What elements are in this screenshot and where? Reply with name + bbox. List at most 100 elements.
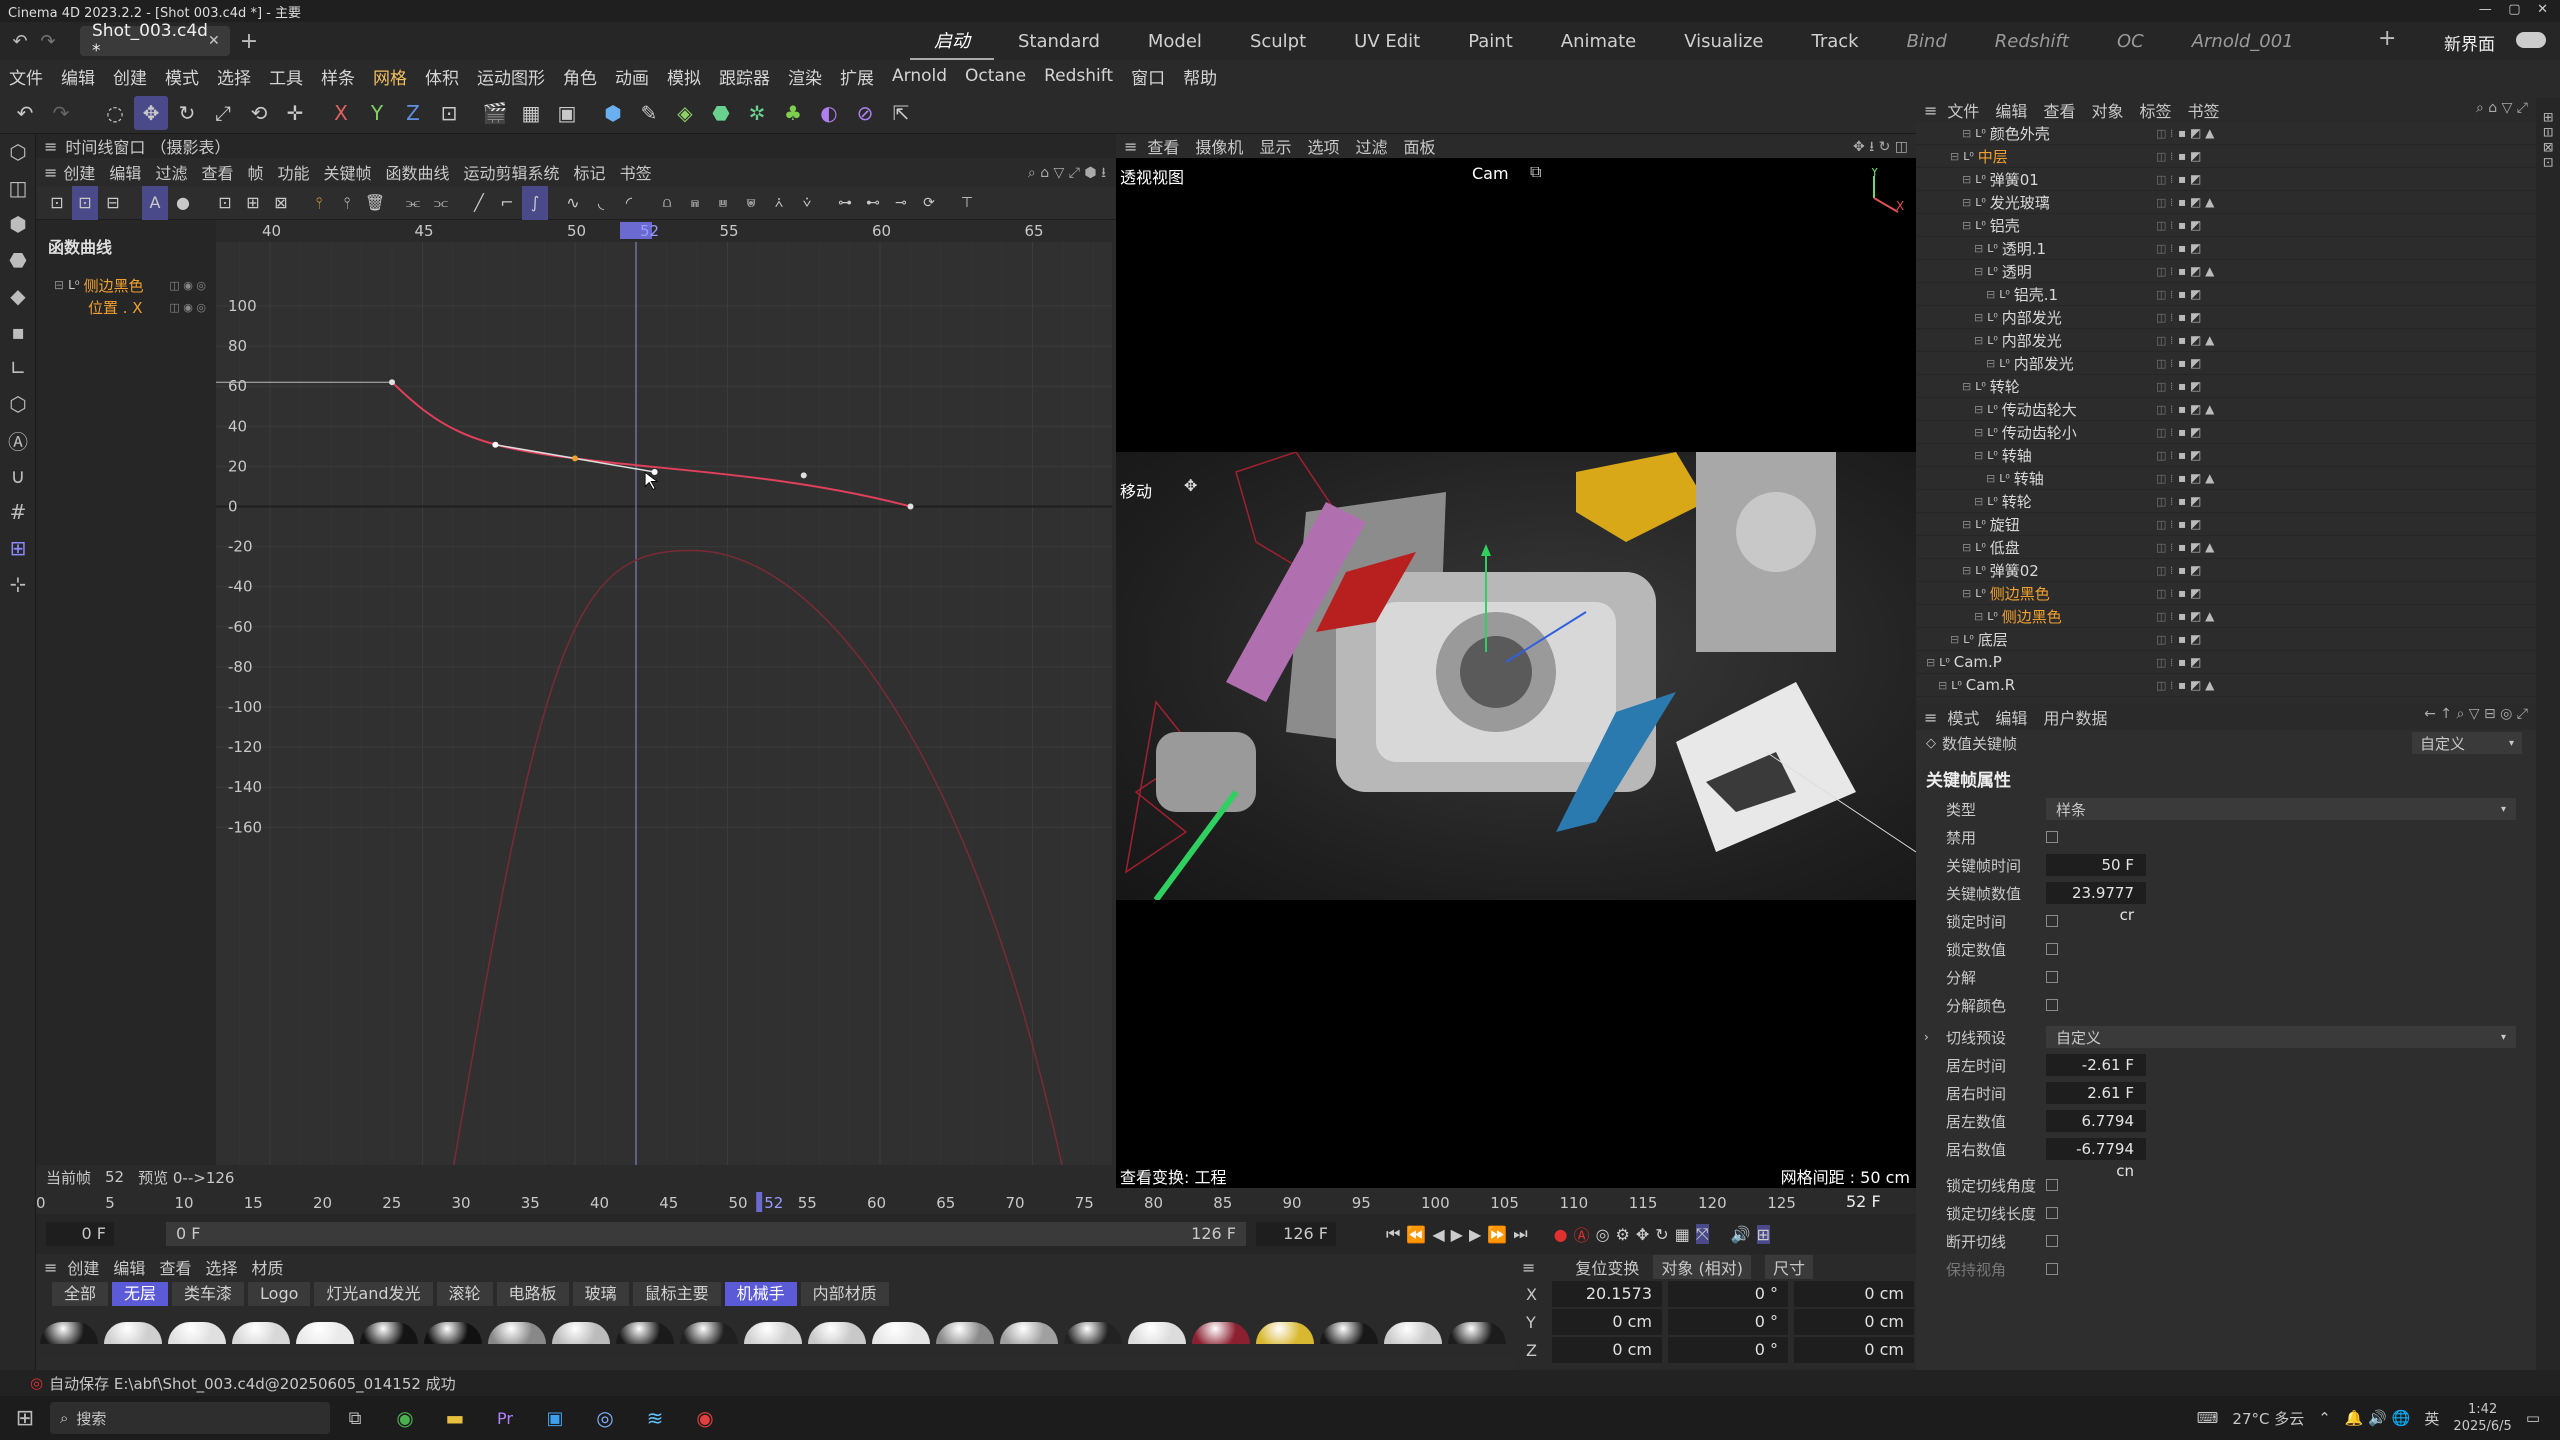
material-swatch[interactable]	[744, 1322, 802, 1344]
tag-icons[interactable]: ▪ ◩ ▲	[2178, 264, 2214, 278]
attr-value-field[interactable]: 23.9777 cr	[2046, 882, 2146, 924]
tag-icons[interactable]: ▪ ◩	[2178, 241, 2201, 255]
menu-item[interactable]: 帮助	[1174, 64, 1226, 89]
goto-start-icon[interactable]: ⏮	[1386, 1224, 1400, 1244]
visibility-icon[interactable]: ◫ ⁞	[2156, 311, 2173, 324]
tag-icons[interactable]: ▪ ◩	[2178, 425, 2201, 439]
explorer-icon[interactable]: ▬	[430, 1406, 480, 1430]
end-frame-field[interactable]: 126 F	[1256, 1222, 1336, 1246]
visibility-icon[interactable]: ◫ ⁞	[2156, 242, 2173, 255]
object-row[interactable]: ⊟ L⁰ 颜色外壳 ◫ ⁞ ▪ ◩ ▲	[1916, 122, 2536, 145]
tag-icons[interactable]: ▪ ◩	[2178, 494, 2201, 508]
attr-value-field[interactable]: 6.7794 cm	[2046, 1110, 2146, 1152]
start-icon[interactable]: ⊞	[0, 1406, 50, 1431]
tag-icons[interactable]: ▪ ◩	[2178, 448, 2201, 462]
doc-tab[interactable]: Shot_003.c4d * ✕	[80, 21, 230, 61]
layout-tab[interactable]: Standard	[994, 22, 1124, 60]
material-swatch[interactable]	[168, 1322, 226, 1344]
auto-tangent-icon[interactable]: ⩐	[738, 186, 764, 220]
expand-icon[interactable]: ⊟	[1962, 564, 1971, 577]
menu-item[interactable]: 过滤	[1355, 134, 1387, 158]
tag-icons[interactable]: ▪ ◩ ▲	[2178, 678, 2214, 692]
coord-rot-field[interactable]: 0 °	[1668, 1309, 1788, 1335]
object-row[interactable]: ⊟ L⁰ 底层 ◫ ⁞ ▪ ◩	[1916, 628, 2536, 651]
attr-checkbox[interactable]	[2046, 1207, 2058, 1219]
tag-icons[interactable]: ▪ ◩	[2178, 218, 2201, 232]
live-select-icon[interactable]: ◌	[98, 96, 132, 130]
coord-pos-field[interactable]: 0 cm	[1552, 1337, 1662, 1363]
layout-tab[interactable]: UV Edit	[1330, 22, 1444, 60]
next-frame-icon[interactable]: ▶	[1469, 1225, 1481, 1244]
key-remove-icon[interactable]: ⫯	[334, 186, 360, 220]
material-swatch[interactable]	[104, 1322, 162, 1344]
menu-item[interactable]: Octane	[956, 66, 1035, 86]
tag-icons[interactable]: ▪ ◩	[2178, 356, 2201, 370]
tag-icons[interactable]: ▪ ◩ ▲	[2178, 471, 2214, 485]
chevron-right-icon[interactable]: ›	[1924, 1030, 1929, 1044]
coord-size-field[interactable]: 0 cm	[1794, 1281, 1914, 1307]
menu-item[interactable]: 摄像机	[1195, 134, 1243, 158]
taskbar-search[interactable]: ⌕ 搜索	[50, 1402, 330, 1434]
menu-item[interactable]: 选项	[1307, 134, 1339, 158]
prev-frame-icon[interactable]: ◀	[1432, 1225, 1444, 1244]
visibility-icon[interactable]: ◫ ⁞	[2156, 173, 2173, 186]
visibility-icon[interactable]: ◫ ⁞	[2156, 380, 2173, 393]
menu-item[interactable]: 查看	[159, 1255, 191, 1279]
chrome-icon[interactable]: ◉	[380, 1406, 430, 1430]
layout-tab[interactable]: Model	[1124, 22, 1226, 60]
keyframe[interactable]	[800, 472, 807, 479]
recorder-icon[interactable]: ◉	[680, 1406, 730, 1430]
coord-rot-field[interactable]: 0 °	[1668, 1281, 1788, 1307]
field-icon[interactable]: ♣	[776, 96, 810, 130]
material-swatch[interactable]	[936, 1322, 994, 1344]
layout-tab[interactable]: Bind	[1883, 22, 1971, 60]
tag-icons[interactable]: ▪ ◩	[2178, 172, 2201, 186]
coords-mode-dropdown[interactable]: 对象 (相对)	[1653, 1255, 1751, 1279]
object-row[interactable]: ⊟ L⁰ 透明 ◫ ⁞ ▪ ◩ ▲	[1916, 260, 2536, 283]
deformer-icon[interactable]: ◐	[812, 96, 846, 130]
material-layer-tab[interactable]: 内部材质	[800, 1282, 889, 1306]
menu-item[interactable]: 编辑	[52, 64, 104, 89]
visibility-icon[interactable]: ◫ ⁞	[2156, 610, 2173, 623]
menu-item[interactable]: 体积	[416, 64, 468, 89]
move-tool-icon[interactable]: ✥	[134, 95, 168, 130]
layout-tab[interactable]: OC	[2093, 22, 2168, 60]
menu-item[interactable]: 编辑	[1995, 98, 2027, 122]
expand-icon[interactable]: ⊟	[1974, 495, 1983, 508]
menu-item[interactable]: 帧	[247, 160, 263, 184]
range-slider[interactable]: 0 F 126 F	[166, 1222, 1246, 1246]
grid-icon[interactable]: #	[0, 494, 36, 530]
tag-icons[interactable]: ▪ ◩ ▲	[2178, 195, 2214, 209]
material-swatch[interactable]	[424, 1322, 482, 1344]
tag-icons[interactable]: ▪ ◩	[2178, 149, 2201, 163]
visibility-icon[interactable]: ◫ ⁞	[2156, 265, 2173, 278]
attributes-nav-icons[interactable]: ← ↑ ⌕ ▽ ⊟ ◎ ⤢	[2424, 706, 2528, 722]
tray-icons[interactable]: 🔔 🔊 🌐	[2345, 1409, 2411, 1427]
menu-item[interactable]: 创建	[67, 1255, 99, 1279]
layout-tab[interactable]: 启动	[910, 22, 994, 60]
visibility-icon[interactable]: ◫ ⁞	[2156, 656, 2173, 669]
material-layer-tab[interactable]: 鼠标主要	[632, 1282, 721, 1306]
material-swatch[interactable]	[1192, 1322, 1250, 1344]
menu-item[interactable]: 标签	[2139, 98, 2171, 122]
attr-checkbox[interactable]	[2046, 1263, 2058, 1275]
key-param-icon[interactable]: ⤧	[1695, 1224, 1709, 1244]
fcurve-graph[interactable]: 100 80 60 40 20 0 -20 -40 -60 -80 -100 -120 -140 -160…	[216, 220, 1112, 1170]
expand-icon[interactable]: ⊟	[1962, 518, 1971, 531]
goto-end-icon[interactable]: ⏭	[1513, 1224, 1527, 1244]
expand-icon[interactable]: ⊟	[1974, 403, 1983, 416]
menu-item[interactable]: 用户数据	[2043, 705, 2107, 729]
object-row[interactable]: ⊟ L⁰ 转轴 ◫ ⁞ ▪ ◩ ▲	[1916, 467, 2536, 490]
ease-in-icon[interactable]: ◟	[588, 186, 614, 220]
expand-icon[interactable]: ⊟	[1974, 265, 1983, 278]
menu-item[interactable]: 窗口	[1122, 64, 1174, 89]
expand-icon[interactable]: ⊟	[1962, 173, 1971, 186]
expand-icon[interactable]: ⊟	[1962, 380, 1971, 393]
render-settings-icon[interactable]: ▣	[550, 96, 584, 130]
material-swatch[interactable]	[488, 1322, 546, 1344]
menu-item[interactable]: 渲染	[779, 64, 831, 89]
menu-item[interactable]: 关键帧	[324, 160, 372, 184]
panel-menu-icon[interactable]: ≡	[1924, 708, 1937, 727]
tag-icons[interactable]: ▪ ◩	[2178, 379, 2201, 393]
menu-item[interactable]: 文件	[1947, 98, 1979, 122]
